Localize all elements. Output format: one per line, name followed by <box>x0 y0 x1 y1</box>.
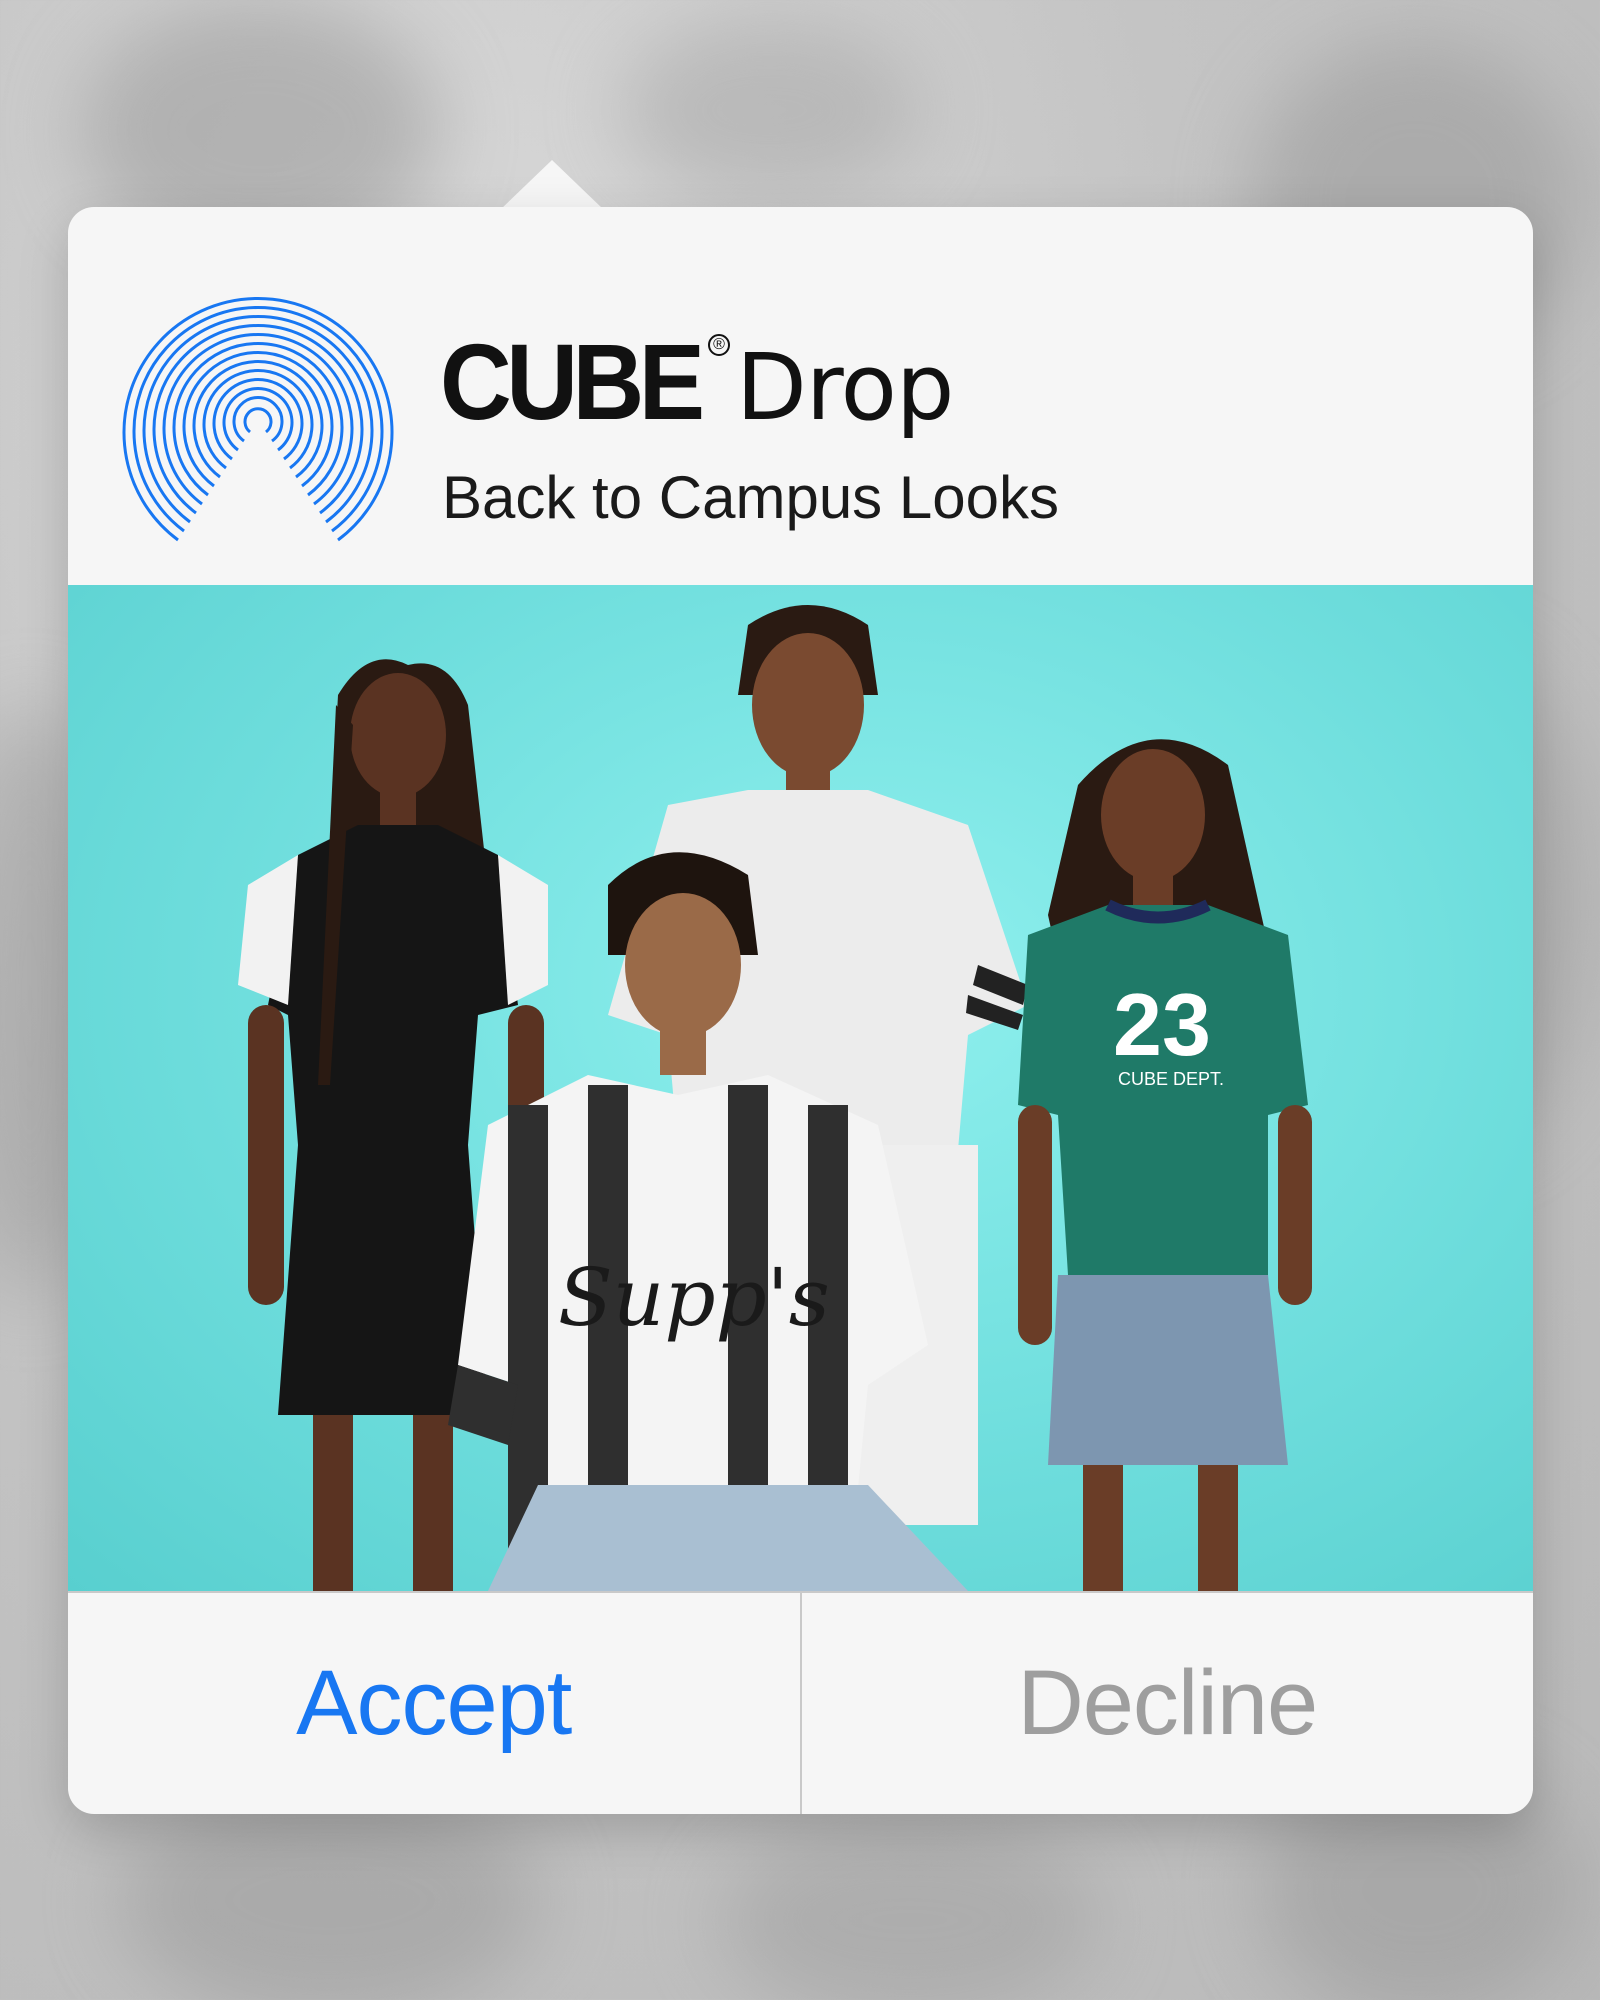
action-bar: Accept Decline <box>68 1591 1533 1814</box>
svg-text:Supp's: Supp's <box>558 1251 830 1344</box>
background-blur <box>720 1820 1100 2000</box>
decline-button[interactable]: Decline <box>801 1593 1533 1814</box>
accept-button[interactable]: Accept <box>68 1593 802 1814</box>
popover-subtitle: Back to Campus Looks <box>442 464 1059 531</box>
background-blur <box>620 20 920 200</box>
group-photo: 23 CUBE DEPT. Supp's <box>238 605 1312 1591</box>
airdrop-popover: CUBE ® Drop Back to Campus Looks 23 CUBE… <box>68 207 1533 1814</box>
brand-logo: CUBE <box>440 321 705 442</box>
svg-text:23: 23 <box>1113 975 1211 1074</box>
airdrop-icon <box>122 297 394 542</box>
title-suffix: Drop <box>736 334 954 441</box>
model-right: 23 CUBE DEPT. <box>1018 739 1312 1591</box>
svg-text:CUBE DEPT.: CUBE DEPT. <box>1118 1069 1224 1089</box>
popover-arrow <box>500 160 604 210</box>
campaign-photo: 23 CUBE DEPT. Supp's <box>68 585 1533 1591</box>
registered-mark: ® <box>708 334 731 356</box>
popover-title: CUBE ® Drop <box>440 319 954 444</box>
popover-header: CUBE ® Drop Back to Campus Looks <box>68 207 1533 585</box>
